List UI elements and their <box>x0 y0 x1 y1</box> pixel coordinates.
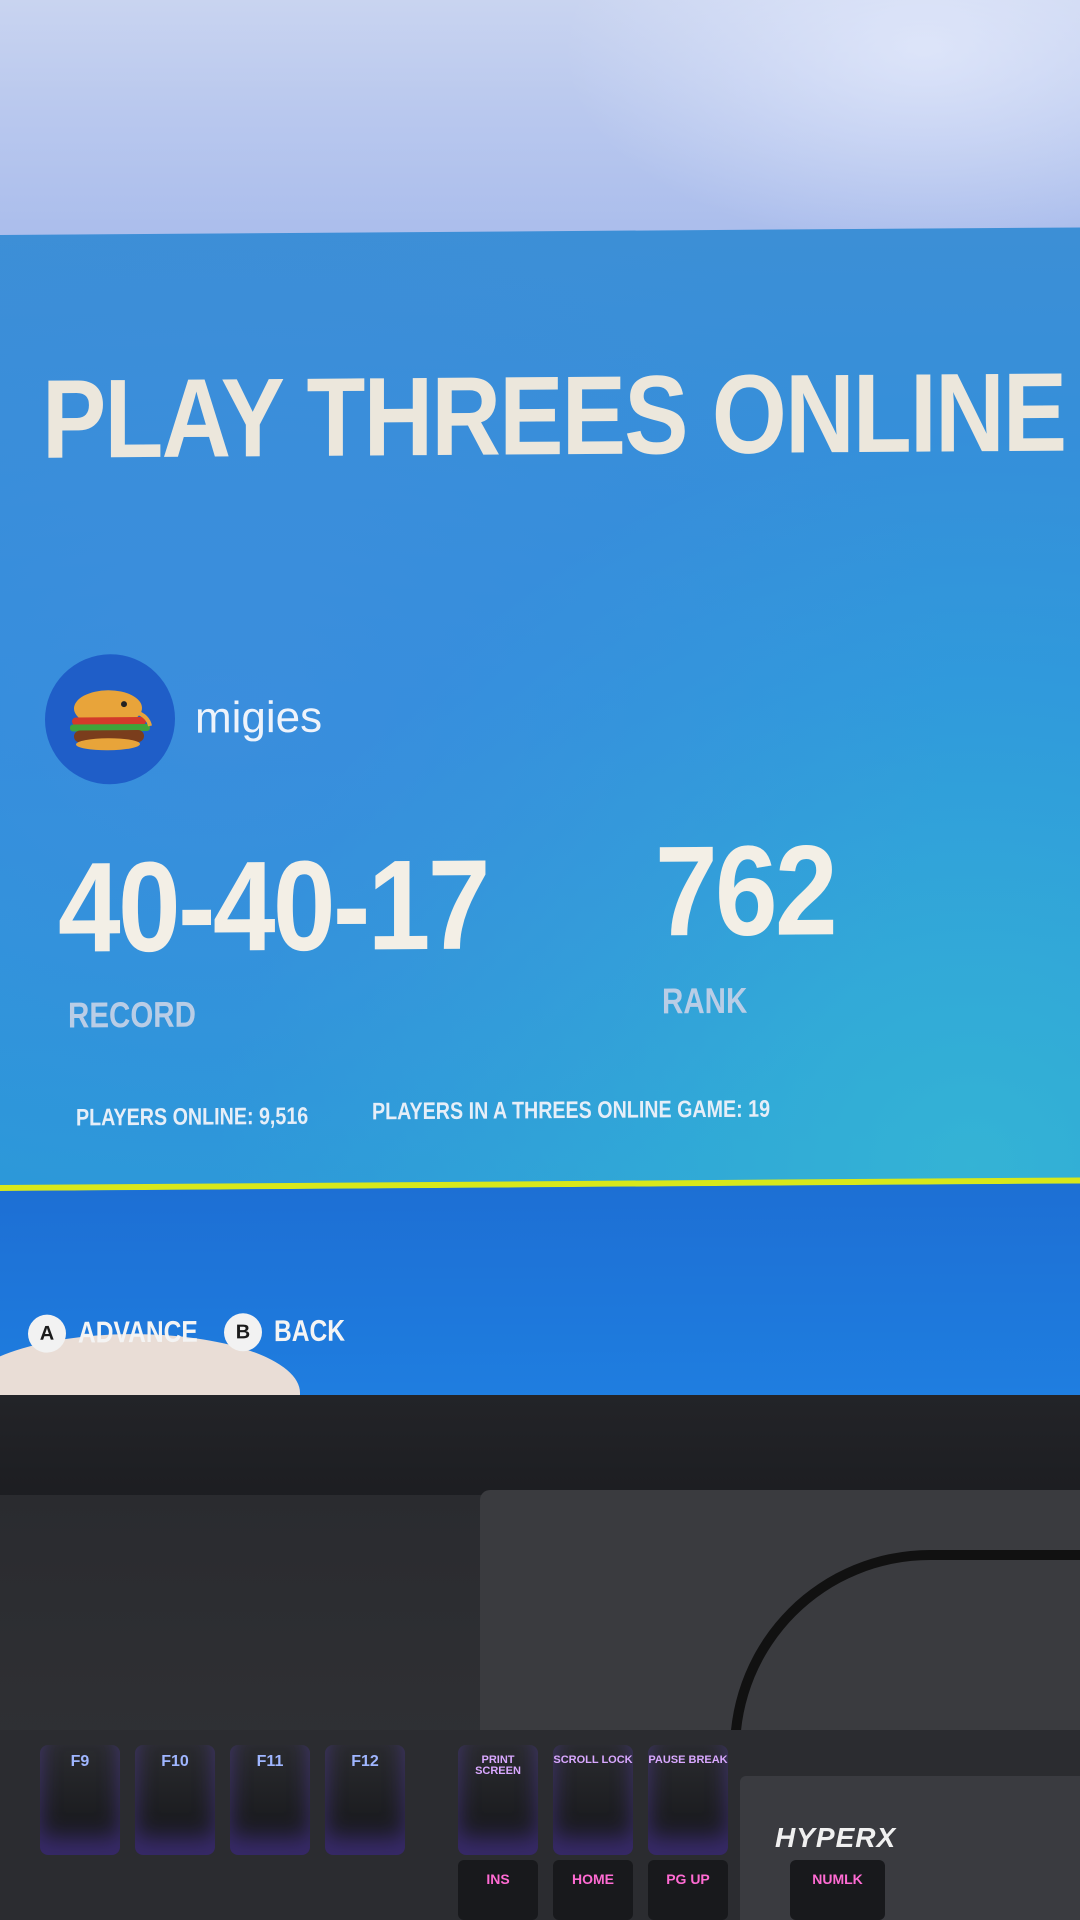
key-f12[interactable]: F12 <box>325 1745 405 1855</box>
rank-value: 762 <box>655 819 836 964</box>
page-title: PLAY THREES ONLINE <box>42 349 1066 482</box>
burger-icon <box>70 690 152 751</box>
avatar[interactable] <box>45 653 175 785</box>
monitor-glare <box>0 0 1080 250</box>
advance-hint[interactable]: A ADVANCE <box>28 1313 224 1353</box>
record-label: RECORD <box>68 993 196 1036</box>
key-print-screen[interactable]: PRINT SCREEN <box>458 1745 538 1855</box>
key-ins[interactable]: INS <box>458 1860 538 1920</box>
players-in-game: PLAYERS IN A THREES ONLINE GAME: 19 <box>372 1095 771 1126</box>
hyperx-logo: HYPERX <box>775 1822 897 1853</box>
players-online: PLAYERS ONLINE: 9,516 <box>76 1102 309 1132</box>
b-button-icon: B <box>224 1313 262 1352</box>
key-pause-break[interactable]: PAUSE BREAK <box>648 1745 728 1855</box>
key-scroll-lock[interactable]: SCROLL LOCK <box>553 1745 633 1855</box>
back-hint[interactable]: B BACK <box>224 1312 361 1352</box>
rank-label: RANK <box>662 979 748 1022</box>
back-label: BACK <box>274 1314 346 1349</box>
game-screen: PLAY THREES ONLINE migies 40-40-17 RECOR… <box>0 227 1080 1456</box>
monitor-bezel <box>0 1395 1080 1505</box>
photo-frame: PLAY THREES ONLINE migies 40-40-17 RECOR… <box>0 0 1080 1920</box>
key-f9[interactable]: F9 <box>40 1745 120 1855</box>
key-f10[interactable]: F10 <box>135 1745 215 1855</box>
a-button-icon: A <box>28 1314 66 1353</box>
advance-label: ADVANCE <box>78 1315 198 1350</box>
key-pg-up[interactable]: PG UP <box>648 1860 728 1920</box>
record-value: 40-40-17 <box>58 833 488 980</box>
key-home[interactable]: HOME <box>553 1860 633 1920</box>
username: migies <box>195 692 323 743</box>
key-numlk[interactable]: NUMLK <box>790 1860 885 1920</box>
key-f11[interactable]: F11 <box>230 1745 310 1855</box>
